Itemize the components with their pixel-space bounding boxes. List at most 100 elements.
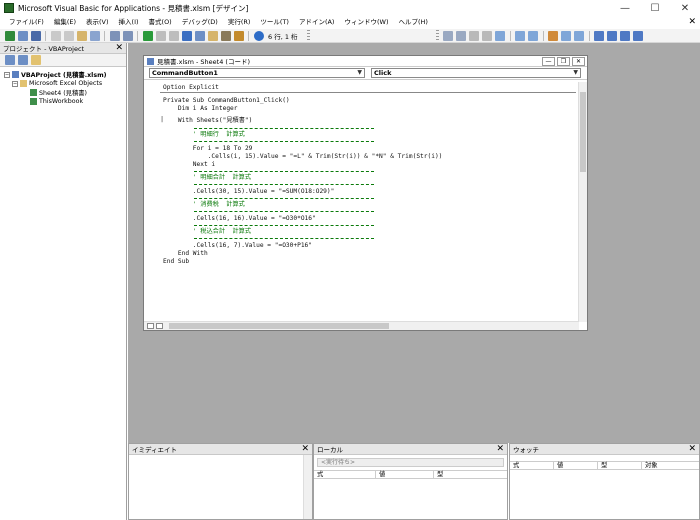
comment-divider	[194, 171, 374, 172]
menu-debug[interactable]: デバッグ(D)	[177, 16, 223, 29]
minimize-button[interactable]: —	[610, 0, 640, 16]
menu-edit[interactable]: 編集(E)	[49, 16, 81, 29]
object-browser-icon[interactable]	[220, 30, 231, 41]
paste-icon[interactable]	[76, 30, 87, 41]
watch-close-icon[interactable]: ✕	[688, 444, 696, 454]
menu-view[interactable]: 表示(V)	[81, 16, 114, 29]
insert-module-icon[interactable]	[17, 30, 28, 41]
properties-icon[interactable]	[207, 30, 218, 41]
project-explorer-title: プロジェクト - VBAProject	[3, 45, 85, 53]
list-constants-icon[interactable]	[456, 30, 467, 41]
redo-icon[interactable]	[122, 30, 133, 41]
copy-icon[interactable]	[63, 30, 74, 41]
view-object-icon[interactable]	[17, 55, 28, 65]
help-icon[interactable]	[253, 30, 264, 41]
next-bookmark-icon[interactable]	[607, 30, 618, 41]
menu-format[interactable]: 書式(O)	[144, 16, 177, 29]
tree-node-sheet4[interactable]: Sheet4 (見積書)	[2, 88, 124, 97]
complete-word-icon[interactable]	[495, 30, 506, 41]
comment-divider	[194, 141, 374, 142]
code-comment: ' 税込合計 計算式	[163, 228, 252, 235]
toolbar-separator	[137, 30, 138, 41]
standard-toolbar: 6 行, 1 桁	[0, 29, 700, 43]
horizontal-scroll-thumb[interactable]	[169, 323, 389, 329]
undo-icon[interactable]	[109, 30, 120, 41]
immediate-scrollbar[interactable]	[303, 455, 312, 519]
collapse-icon[interactable]: −	[12, 80, 18, 87]
menu-run[interactable]: 実行(R)	[223, 16, 256, 29]
uncomment-block-icon[interactable]	[574, 30, 585, 41]
project-explorer-icon[interactable]	[194, 30, 205, 41]
object-select[interactable]: CommandButton1 ▼	[149, 68, 365, 78]
project-close-icon[interactable]: ✕	[115, 43, 123, 53]
menu-close-icon[interactable]: ✕	[688, 16, 696, 29]
column-header[interactable]: 型	[434, 471, 494, 478]
code-window: 見積書.xlsm - Sheet4 (コード) — ❐ ✕ CommandBut…	[143, 55, 588, 331]
code-window-icon	[147, 57, 154, 65]
design-mode-icon[interactable]	[181, 30, 192, 41]
save-icon[interactable]	[30, 30, 41, 41]
column-header[interactable]: 型	[598, 462, 642, 469]
project-explorer: プロジェクト - VBAProject ✕ − VBAProject (見積書.…	[0, 43, 127, 520]
locals-close-icon[interactable]: ✕	[496, 444, 504, 454]
toggle-folders-icon[interactable]	[30, 55, 41, 65]
code-window-title: 見積書.xlsm - Sheet4 (コード)	[157, 58, 250, 66]
indent-icon[interactable]	[515, 30, 526, 41]
previous-bookmark-icon[interactable]	[620, 30, 631, 41]
collapse-icon[interactable]: −	[4, 71, 10, 78]
code-window-titlebar: 見積書.xlsm - Sheet4 (コード) — ❐ ✕	[144, 56, 587, 67]
code-line: .Cells(16, 7).Value = "=O30+P16"	[163, 242, 313, 249]
tree-node-thisworkbook[interactable]: ThisWorkbook	[2, 97, 124, 106]
menu-file[interactable]: ファイル(F)	[4, 16, 49, 29]
procedure-select[interactable]: Click ▼	[371, 68, 581, 78]
tree-node-vbaproject[interactable]: − VBAProject (見積書.xlsm)	[2, 70, 124, 79]
run-icon[interactable]	[142, 30, 153, 41]
toolbar-grip[interactable]	[306, 30, 310, 41]
comment-divider	[194, 211, 374, 212]
toolbar-grip[interactable]	[435, 30, 439, 41]
procedure-view-icon[interactable]	[147, 323, 154, 329]
clear-bookmarks-icon[interactable]	[633, 30, 644, 41]
column-header[interactable]: 対象	[642, 462, 689, 469]
menu-bar: ファイル(F) 編集(E) 表示(V) 挿入(I) 書式(O) デバッグ(D) …	[0, 16, 700, 29]
chevron-down-icon[interactable]: ▼	[357, 69, 362, 77]
chevron-down-icon[interactable]: ▼	[573, 69, 578, 77]
break-icon[interactable]	[155, 30, 166, 41]
code-editor[interactable]: Option Explicit Private Sub CommandButto…	[147, 82, 576, 322]
code-vertical-scrollbar[interactable]	[578, 82, 587, 322]
column-header[interactable]: 値	[554, 462, 598, 469]
close-button[interactable]: ✕	[670, 0, 700, 16]
toolbox-icon[interactable]	[233, 30, 244, 41]
parameter-info-icon[interactable]	[482, 30, 493, 41]
reset-icon[interactable]	[168, 30, 179, 41]
comment-block-icon[interactable]	[561, 30, 572, 41]
immediate-close-icon[interactable]: ✕	[301, 444, 309, 454]
menu-insert[interactable]: 挿入(I)	[114, 16, 144, 29]
code-restore-icon[interactable]: ❐	[557, 56, 570, 66]
menu-window[interactable]: ウィンドウ(W)	[339, 16, 393, 29]
excel-view-icon[interactable]	[4, 30, 15, 41]
column-header[interactable]: 値	[376, 471, 434, 478]
column-header[interactable]: 式	[510, 462, 554, 469]
maximize-button[interactable]: ☐	[640, 0, 670, 16]
view-code-icon[interactable]	[4, 55, 15, 65]
column-header[interactable]: 式	[314, 471, 376, 478]
toggle-bookmark-icon[interactable]	[594, 30, 605, 41]
code-close-icon[interactable]: ✕	[572, 56, 585, 66]
toggle-breakpoint-icon[interactable]	[548, 30, 559, 41]
project-toolbar	[0, 54, 126, 67]
full-module-view-icon[interactable]	[156, 323, 163, 329]
cut-icon[interactable]	[50, 30, 61, 41]
code-horizontal-scrollbar[interactable]	[144, 321, 579, 330]
find-icon[interactable]	[89, 30, 100, 41]
edit-list-properties-icon[interactable]	[443, 30, 454, 41]
outdent-icon[interactable]	[528, 30, 539, 41]
quick-info-icon[interactable]	[469, 30, 480, 41]
menu-help[interactable]: ヘルプ(H)	[393, 16, 432, 29]
tree-node-excel-objects[interactable]: − Microsoft Excel Objects	[2, 79, 124, 88]
menu-tools[interactable]: ツール(T)	[255, 16, 294, 29]
menu-addins[interactable]: アドイン(A)	[294, 16, 340, 29]
vertical-scroll-thumb[interactable]	[580, 92, 586, 172]
watch-title: ウォッチ	[513, 446, 539, 454]
code-minimize-icon[interactable]: —	[542, 56, 555, 66]
